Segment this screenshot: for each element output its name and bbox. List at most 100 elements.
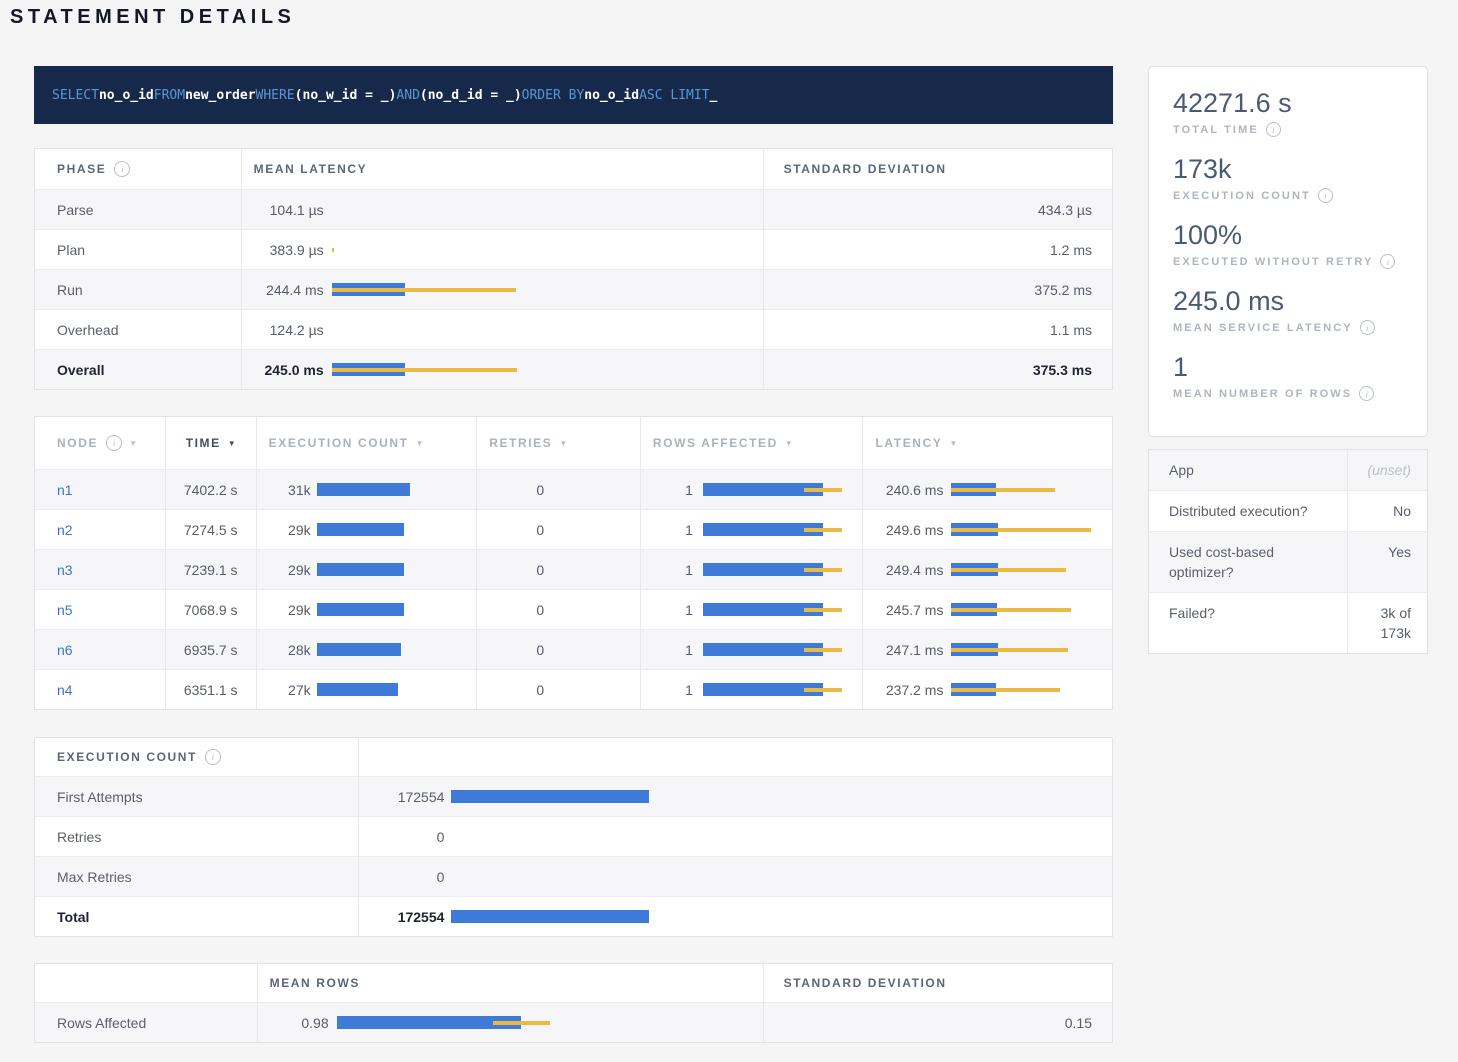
node-time-value: 7402.2 s (165, 470, 256, 509)
execution-count-table-header: EXECUTION COUNTi (35, 738, 1112, 776)
sort-desc-icon[interactable]: ▼ (228, 439, 236, 448)
mean-latency-value: 244.4 ms (254, 282, 324, 298)
detail-row-failed: Failed? 3k of 173k (1149, 592, 1427, 653)
retries-header-label: RETRIES (489, 436, 552, 450)
exec-count-bar-chart (317, 603, 477, 616)
sort-desc-icon[interactable]: ▼ (416, 439, 424, 448)
node-retries-value: 0 (489, 682, 544, 698)
latency-bar-chart (332, 363, 763, 376)
sql-identifier: no_o_id (584, 88, 639, 103)
info-icon[interactable]: i (1380, 254, 1395, 269)
info-icon[interactable]: i (114, 161, 130, 177)
stat-value: 173k (1173, 153, 1403, 185)
latency-bar-chart (951, 643, 1112, 656)
table-row-total: Total 172554 (35, 896, 1112, 936)
rows-affected-table-header: MEAN ROWS STANDARD DEVIATION (35, 964, 1112, 1002)
info-icon[interactable]: i (1266, 122, 1281, 137)
rows-affected-table: MEAN ROWS STANDARD DEVIATION Rows Affect… (34, 963, 1113, 1043)
sql-identifier: (no_d_id = _) (420, 88, 522, 103)
node-link[interactable]: n1 (57, 482, 73, 498)
node-rows-affected-value: 1 (653, 482, 693, 498)
exec-count-column-header[interactable]: EXECUTION COUNT▼ (256, 417, 477, 469)
stat-value: 245.0 ms (1173, 285, 1403, 317)
detail-value: 3k of 173k (1347, 593, 1427, 653)
info-icon[interactable]: i (205, 749, 221, 765)
rows-affected-column-header[interactable]: ROWS AFFECTED▼ (640, 417, 863, 469)
node-column-header[interactable]: NODEi▼ (35, 417, 165, 469)
stat-value: 100% (1173, 219, 1403, 251)
rows-affected-bar-chart (703, 603, 863, 616)
exec-count-bar-chart (451, 790, 1112, 803)
std-dev-value: 1.2 ms (763, 230, 1112, 269)
retries-column-header[interactable]: RETRIES ▼ (476, 417, 640, 469)
node-retries-value: 0 (489, 482, 544, 498)
stat-execution-count: 173k EXECUTION COUNTi (1173, 153, 1403, 203)
latency-bar-chart (332, 243, 763, 256)
sort-desc-icon[interactable]: ▼ (559, 439, 567, 448)
phase-label: Run (35, 270, 241, 309)
exec-count-bar-chart (451, 870, 1112, 883)
sql-identifier: new_order (185, 88, 255, 103)
latency-bar-chart (951, 523, 1112, 536)
std-dev-column-header: STANDARD DEVIATION (763, 149, 1112, 189)
exec-row-label: First Attempts (35, 777, 358, 816)
stat-label: MEAN NUMBER OF ROWS (1173, 388, 1352, 400)
detail-label: Distributed execution? (1149, 491, 1347, 531)
stat-mean-service-latency: 245.0 ms MEAN SERVICE LATENCYi (1173, 285, 1403, 335)
std-dev-header-label: STANDARD DEVIATION (784, 162, 947, 176)
node-link[interactable]: n2 (57, 522, 73, 538)
detail-value: Yes (1347, 532, 1427, 592)
std-dev-value: 434.3 µs (763, 190, 1112, 229)
node-link[interactable]: n6 (57, 642, 73, 658)
exec-row-value: 0 (371, 829, 444, 845)
sort-desc-icon[interactable]: ▼ (129, 439, 137, 448)
mean-rows-header-label: MEAN ROWS (270, 976, 360, 990)
latency-bar-chart (951, 483, 1112, 496)
info-icon[interactable]: i (106, 435, 122, 451)
node-link[interactable]: n3 (57, 562, 73, 578)
table-row-overall: Overall 245.0 ms 375.3 ms (35, 349, 1112, 389)
time-column-header[interactable]: TIME▼ (165, 417, 256, 469)
sort-desc-icon[interactable]: ▼ (949, 439, 957, 448)
phase-table-header: PHASEi MEAN LATENCY STANDARD DEVIATION (35, 149, 1112, 189)
phase-column-header: PHASEi (35, 149, 241, 189)
std-dev-value: 0.15 (763, 1003, 1112, 1042)
detail-value: No (1347, 491, 1427, 531)
node-row: n3 7239.1 s 29k 0 1 249.4 ms (35, 549, 1112, 589)
std-dev-value: 375.3 ms (763, 350, 1112, 389)
node-retries-value: 0 (489, 562, 544, 578)
node-latency-value: 237.2 ms (875, 682, 943, 698)
table-row: Parse 104.1 µs 434.3 µs (35, 189, 1112, 229)
rows-affected-bar-chart (703, 483, 863, 496)
sort-desc-icon[interactable]: ▼ (785, 439, 793, 448)
table-row: Run 244.4 ms 375.2 ms (35, 269, 1112, 309)
rows-affected-bar-chart (703, 683, 863, 696)
node-row: n5 7068.9 s 29k 0 1 245.7 ms (35, 589, 1112, 629)
node-link[interactable]: n5 (57, 602, 73, 618)
table-row: Overhead 124.2 µs 1.1 ms (35, 309, 1112, 349)
node-rows-affected-value: 1 (653, 682, 693, 698)
std-dev-header-label: STANDARD DEVIATION (784, 976, 947, 990)
info-icon[interactable]: i (1360, 320, 1375, 335)
mean-rows-column-header: MEAN ROWS (257, 964, 763, 1002)
sql-keyword: ORDER BY (522, 88, 585, 103)
node-row: n4 6351.1 s 27k 0 1 237.2 ms (35, 669, 1112, 709)
node-rows-affected-value: 1 (653, 522, 693, 538)
node-latency-value: 249.4 ms (875, 562, 943, 578)
mean-rows-bar-chart (337, 1016, 763, 1029)
node-latency-value: 245.7 ms (875, 602, 943, 618)
node-exec-count-value: 27k (269, 682, 311, 698)
info-icon[interactable]: i (1318, 188, 1333, 203)
info-icon[interactable]: i (1359, 386, 1374, 401)
sql-identifier: (no_w_id = _) (295, 88, 397, 103)
node-rows-affected-value: 1 (653, 642, 693, 658)
latency-column-header[interactable]: LATENCY▼ (862, 417, 1112, 469)
latency-bar-chart (332, 203, 763, 216)
mean-latency-value: 245.0 ms (254, 362, 324, 378)
node-link[interactable]: n4 (57, 682, 73, 698)
stat-value: 42271.6 s (1173, 87, 1403, 119)
summary-stats-card: 42271.6 s TOTAL TIMEi 173k EXECUTION COU… (1148, 66, 1428, 437)
statement-details-card: App (unset) Distributed execution? No Us… (1148, 449, 1428, 654)
node-exec-count-value: 29k (269, 602, 311, 618)
std-dev-value: 375.2 ms (763, 270, 1112, 309)
